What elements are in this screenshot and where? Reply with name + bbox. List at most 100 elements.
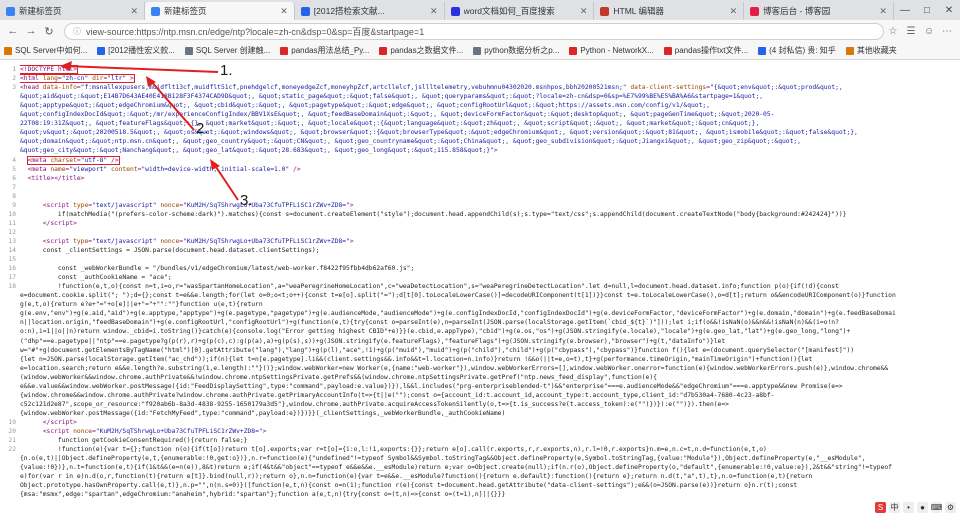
punct-icon[interactable]: •: [903, 502, 914, 513]
tab-close-icon[interactable]: ✕: [730, 6, 738, 17]
collections-icon[interactable]: ☰: [902, 26, 920, 37]
source-line: 6 <title></title>: [0, 174, 960, 183]
annotation-3: 3.: [240, 192, 253, 209]
mic-icon[interactable]: ●: [917, 502, 928, 513]
refresh-icon[interactable]: ↻: [40, 25, 58, 38]
source-code: !function(e){var t={};function n(o){if(t…: [20, 446, 767, 454]
source-line: {window.chrome&&window.chrome.authPrivat…: [0, 391, 960, 400]
bookmark-favicon-icon: [845, 46, 854, 55]
tab-label: word文档如何_百度搜索: [463, 6, 555, 16]
source-code: &quot;geo_city&quot;:&quot;Nanchang&quot…: [20, 147, 498, 155]
minimize-icon[interactable]: —: [894, 5, 916, 16]
source-line: {window.webWorker.postMessage({id:"Fetch…: [0, 409, 960, 418]
source-line: 2 <html lang="zh-cn" dir="ltr" >: [0, 74, 960, 84]
sogou-icon[interactable]: S: [875, 502, 886, 513]
bookmark-label: pandas用法总结_Py...: [291, 46, 370, 55]
tab-close-icon[interactable]: ✕: [879, 6, 887, 17]
source-line: e&&e.value&&window.webWorker.postMessage…: [0, 382, 960, 391]
source-code: <script type="text/javascript" nonce="Ku…: [42, 237, 354, 245]
line-number: 13: [8, 237, 16, 245]
source-line: {let n=JSON.parse(localStorage.getItem("…: [0, 355, 960, 364]
keyboard-icon[interactable]: ⌨: [931, 502, 942, 513]
settings-icon[interactable]: ⚙: [945, 502, 956, 513]
more-menu-icon[interactable]: ⋯: [938, 26, 956, 37]
tray-icons: S 中 • ● ⌨ ⚙: [875, 502, 956, 513]
tab-close-icon[interactable]: ✕: [430, 6, 438, 17]
bookmark-label: python数据分析之p...: [484, 46, 560, 55]
bookmark-item[interactable]: pandas用法总结_Py...: [280, 45, 369, 56]
bookmark-label: SQL Server中如何...: [15, 46, 88, 55]
line-number: 4: [12, 156, 16, 164]
bookmark-item[interactable]: SQL Server中如何...: [4, 45, 87, 56]
bookmark-favicon-icon: [569, 46, 578, 55]
bookmark-item[interactable]: pandas操作txt文件...: [663, 45, 748, 56]
source-view: 1 <!DOCTYPE html> 2 <html lang="zh-cn" dir=…: [0, 61, 960, 515]
address-bar[interactable]: ⓘ view-source:https://ntp.msn.cn/edge/nt…: [64, 22, 884, 40]
source-code: (window.webWorker&&window.chrome.authPri…: [20, 373, 657, 381]
source-code: w="#"+g(document.getElementsByTagName("h…: [20, 346, 855, 354]
tab-3[interactable]: [2012搭检索文献... ✕: [295, 2, 445, 20]
line-number: 8: [12, 192, 16, 200]
tab-2[interactable]: 新建标签页 ✕: [144, 2, 295, 20]
line-number: 6: [12, 174, 16, 182]
tab-close-icon[interactable]: ✕: [280, 6, 288, 17]
forward-icon[interactable]: →: [22, 25, 40, 37]
close-window-icon[interactable]: ✕: [938, 5, 960, 16]
source-line: 17 const _authCookieName = "ace";: [0, 273, 960, 282]
info-icon[interactable]: ⓘ: [73, 26, 81, 37]
profile-icon[interactable]: ☺: [920, 26, 938, 37]
source-code: &quot;apptype&quot;:&quot;edgeChromium&q…: [20, 102, 710, 110]
maximize-icon[interactable]: □: [916, 5, 938, 16]
bookmark-item[interactable]: SQL Server 创建触...: [184, 45, 270, 56]
tab-label: [2012搭检索文献...: [313, 6, 385, 16]
tab-close-icon[interactable]: ✕: [130, 6, 138, 17]
source-code: {msa:"msmx",edge:"spartan",edgeChromium:…: [20, 491, 506, 499]
bookmark-label: 其他收藏夹: [856, 46, 897, 55]
bookmark-item[interactable]: [2012播性宏义款...: [97, 45, 175, 56]
line-number: 1: [12, 66, 16, 73]
tab-label: 新建标签页: [19, 6, 62, 16]
source-line: 18 !function(e,t,o){const n=t,i=o,r="was…: [0, 282, 960, 291]
source-code: </script>: [42, 219, 77, 227]
tab-label: 博客后台 - 博客园: [763, 6, 831, 16]
bookmark-item[interactable]: Python - NetworkX...: [569, 46, 654, 55]
tab-label: 新建标签页: [163, 6, 207, 16]
tab-close-icon[interactable]: ✕: [580, 6, 588, 17]
bookmark-item[interactable]: 其他收藏夹: [845, 45, 897, 56]
tab-1[interactable]: 新建标签页 ✕: [0, 2, 145, 20]
source-code: {window.webWorker.postMessage({id:"Fetch…: [20, 409, 506, 417]
source-line: 11 </script>: [0, 219, 960, 228]
line-number: 17: [8, 274, 16, 282]
line-number: 21: [8, 437, 16, 445]
toolbar: ← → ↻ ⓘ view-source:https://ntp.msn.cn/e…: [0, 20, 960, 42]
source-line: 3 <head data-info="f:msnallexpusers,muidf…: [0, 83, 960, 92]
source-line: &quot;domain&quot;:&quot;ntp.msn.cn&quot…: [0, 137, 960, 146]
tab-favicon-icon: [450, 6, 460, 16]
bookmark-item[interactable]: python数据分析之p...: [473, 45, 559, 56]
source-line: {value:!0})},n.t=function(e,t){if(1&t&&(…: [0, 463, 960, 472]
line-number: 5: [12, 165, 16, 173]
favorite-star-icon[interactable]: ☆: [884, 26, 902, 37]
bookmark-label: [2012播性宏义款...: [108, 46, 175, 55]
bookmark-item[interactable]: (4 封私信) 贵: 知乎: [758, 45, 836, 56]
source-code: o:n),i=1||o||n)return window._cbid=i.toS…: [20, 328, 851, 336]
tab-favicon-icon: [150, 6, 160, 16]
source-line: 7: [0, 183, 960, 192]
source-code: <head data-info="f:msnallexpusers,muidfl…: [20, 84, 843, 92]
tab-5[interactable]: HTML 编辑器 ✕: [594, 2, 745, 20]
lang-icon[interactable]: 中: [889, 502, 900, 513]
bookmark-label: pandas之数据文件...: [390, 46, 464, 55]
source-line: 16 const _webWorkerBundle = "/bundles/v1…: [0, 264, 960, 273]
tab-strip: 新建标签页 ✕ 新建标签页 ✕ [2012搭检索文献... ✕ word文档如何_百度搜索 ✕…: [0, 0, 960, 20]
line-number: 2: [12, 75, 16, 83]
bookmark-label: (4 封私信) 贵: 知乎: [769, 46, 836, 55]
line-number: 10: [8, 210, 16, 218]
source-code: <title></title>: [27, 174, 85, 182]
source-code: &quot;v&quot;:&quot;20200518.5&quot;, &q…: [20, 129, 858, 137]
tab-4[interactable]: word文档如何_百度搜索 ✕: [445, 2, 595, 20]
source-line: ("dhp"==e.pagetype||"ntp"==e.pagetype?g(…: [0, 337, 960, 346]
bookmark-item[interactable]: pandas之数据文件...: [379, 45, 463, 56]
bookmark-label: Python - NetworkX...: [580, 46, 654, 55]
tab-6[interactable]: 博客后台 - 博客园 ✕: [744, 2, 894, 20]
back-icon[interactable]: ←: [4, 25, 22, 37]
